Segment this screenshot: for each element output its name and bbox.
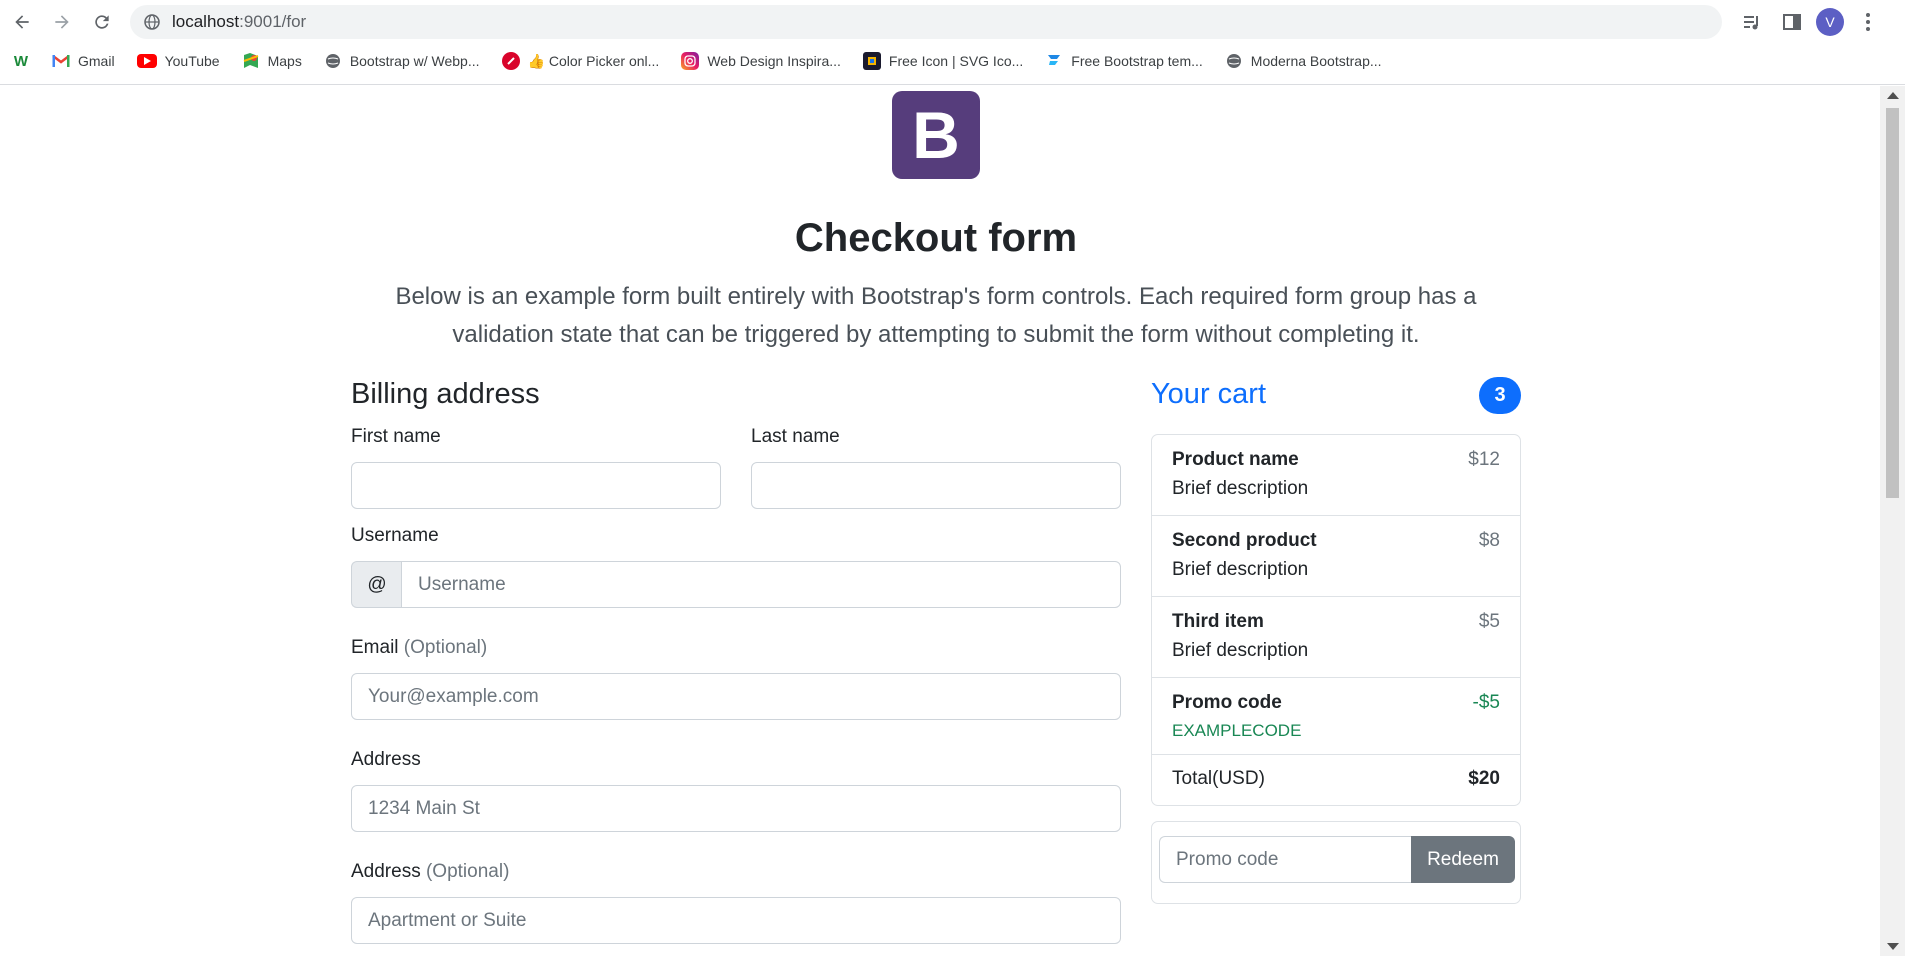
reload-button[interactable] xyxy=(90,10,114,34)
cart-total-amount: $20 xyxy=(1468,768,1500,789)
playlist-icon xyxy=(1744,16,1758,30)
page-scrollbar[interactable] xyxy=(1880,86,1905,956)
cart-item-desc: Brief description xyxy=(1172,559,1309,580)
address-label: Address xyxy=(351,749,421,770)
cart-item: Third item Brief description $5 xyxy=(1152,597,1520,678)
reload-icon xyxy=(95,15,109,29)
cart-item-desc: Brief description xyxy=(1172,640,1309,661)
bookmark-w[interactable]: W xyxy=(12,52,38,70)
cart-item-name: Product name xyxy=(1172,449,1299,470)
icon-site-icon xyxy=(862,52,881,70)
gmail-icon xyxy=(52,52,70,70)
bookmark-free-bootstrap[interactable]: Free Bootstrap tem... xyxy=(1045,52,1203,70)
scrollbar-thumb[interactable] xyxy=(1886,108,1899,498)
cart-total: Total(USD) $20 xyxy=(1152,755,1520,805)
globe-icon xyxy=(1225,52,1243,70)
bookmark-free-icon[interactable]: Free Icon | SVG Ico... xyxy=(862,52,1023,70)
bookmark-bootstrap-webpack[interactable]: Bootstrap w/ Webp... xyxy=(324,52,480,70)
maps-icon xyxy=(242,52,260,70)
email-input[interactable] xyxy=(351,673,1121,720)
scroll-up-icon[interactable] xyxy=(1887,92,1899,99)
username-label: Username xyxy=(351,525,439,546)
bootstrap-logo: B xyxy=(892,91,980,179)
page-lead: Below is an example form built entirely … xyxy=(395,283,1477,348)
address2-input[interactable] xyxy=(351,897,1121,944)
browser-chrome: localhost:9001/for V W Gmail YouTube Map… xyxy=(0,0,1905,85)
bookmark-youtube[interactable]: YouTube xyxy=(136,53,220,69)
bootstrap-template-icon xyxy=(1045,52,1063,70)
email-optional-label: (Optional) xyxy=(403,637,488,658)
w-icon: W xyxy=(13,52,29,70)
address-input[interactable] xyxy=(351,785,1121,832)
bookmark-moderna[interactable]: Moderna Bootstrap... xyxy=(1225,52,1382,70)
arrow-right-icon xyxy=(55,15,69,29)
cart-count-badge: 3 xyxy=(1479,377,1521,414)
color-picker-icon xyxy=(501,52,520,70)
cart-item-price: $12 xyxy=(1468,449,1500,470)
cart-title: Your cart xyxy=(1151,378,1266,410)
globe-icon xyxy=(144,14,160,30)
arrow-left-icon xyxy=(15,15,29,29)
url-host: localhost xyxy=(172,12,240,31)
page-content: B Checkout form Below is an example form… xyxy=(0,86,1880,956)
bookmarks-bar: W Gmail YouTube Maps Bootstrap w/ Webp..… xyxy=(12,50,1404,72)
media-control-button[interactable] xyxy=(1738,8,1766,36)
cart-promo-item: Promo code EXAMPLECODE -$5 xyxy=(1152,678,1520,755)
address2-label: Address (Optional) xyxy=(351,861,510,882)
promo-amount: -$5 xyxy=(1472,692,1500,713)
cart-total-label: Total(USD) xyxy=(1172,768,1265,789)
avatar: V xyxy=(1816,8,1844,36)
scroll-down-icon[interactable] xyxy=(1887,943,1899,950)
bookmark-gmail[interactable]: Gmail xyxy=(52,52,115,70)
username-input[interactable] xyxy=(401,561,1121,608)
username-addon: @ xyxy=(351,561,402,608)
forward-button[interactable] xyxy=(50,10,74,34)
bookmark-maps[interactable]: Maps xyxy=(242,52,302,70)
bookmark-color-picker[interactable]: 👍 Color Picker onl... xyxy=(501,52,659,70)
cart-item-name: Third item xyxy=(1172,611,1264,632)
address2-optional-label: (Optional) xyxy=(425,861,510,882)
side-panel-button[interactable] xyxy=(1778,8,1806,36)
kebab-menu-icon xyxy=(1866,13,1870,31)
first-name-label: First name xyxy=(351,426,441,447)
email-label: Email (Optional) xyxy=(351,637,488,658)
side-panel-icon xyxy=(1783,14,1801,30)
redeem-button[interactable]: Redeem xyxy=(1411,836,1515,883)
address-bar[interactable]: localhost:9001/for xyxy=(130,5,1722,39)
cart-item-desc: Brief description xyxy=(1172,478,1309,499)
cart-item: Product name Brief description $12 xyxy=(1152,435,1520,516)
cart-item: Second product Brief description $8 xyxy=(1152,516,1520,597)
page-title: Checkout form xyxy=(794,216,1078,260)
back-button[interactable] xyxy=(10,10,34,34)
cart-item-price: $5 xyxy=(1478,611,1500,632)
first-name-input[interactable] xyxy=(351,462,721,509)
url-path: :9001/for xyxy=(239,12,307,31)
billing-title: Billing address xyxy=(351,378,540,410)
menu-button[interactable] xyxy=(1856,8,1880,36)
promo-code-input[interactable] xyxy=(1159,836,1411,883)
bookmark-web-design[interactable]: Web Design Inspira... xyxy=(681,52,841,70)
promo-form: Redeem xyxy=(1151,821,1521,904)
cart-item-price: $8 xyxy=(1478,530,1500,551)
promo-name: Promo code xyxy=(1172,692,1282,713)
last-name-input[interactable] xyxy=(751,462,1121,509)
profile-button[interactable]: V xyxy=(1816,8,1844,36)
cart-list: Product name Brief description $12 Secon… xyxy=(1151,434,1521,806)
promo-code-value: EXAMPLECODE xyxy=(1172,721,1302,740)
cart-item-name: Second product xyxy=(1172,530,1317,551)
youtube-icon xyxy=(136,54,157,68)
instagram-icon xyxy=(681,52,700,70)
globe-icon xyxy=(324,52,342,70)
last-name-label: Last name xyxy=(751,426,840,447)
